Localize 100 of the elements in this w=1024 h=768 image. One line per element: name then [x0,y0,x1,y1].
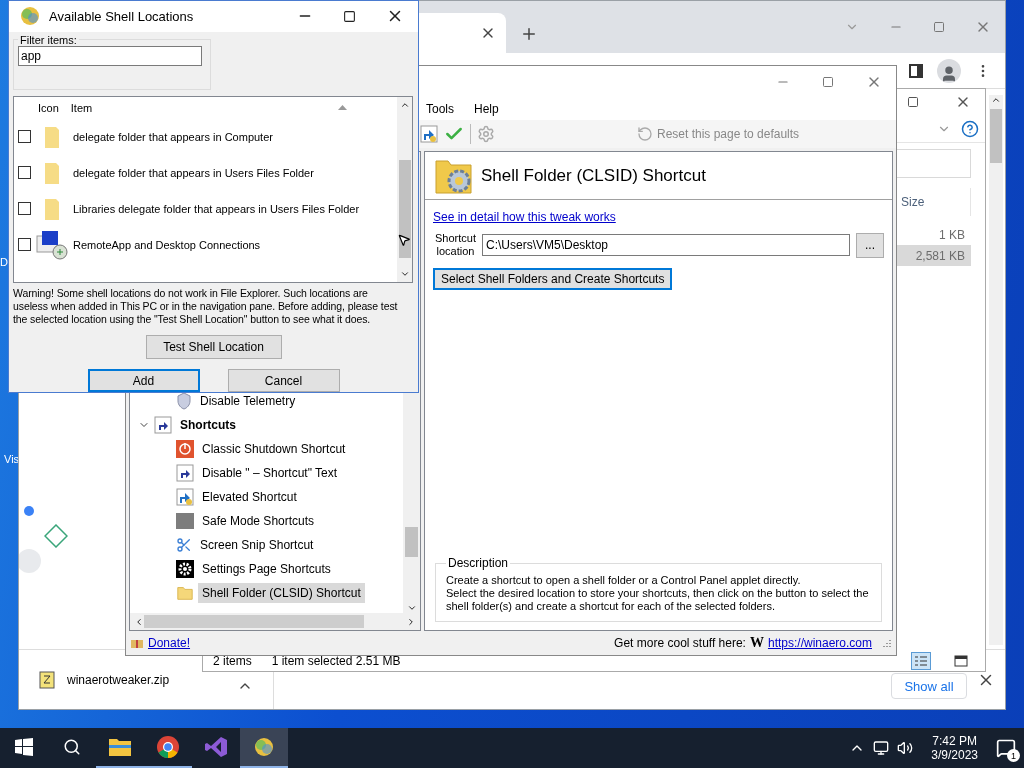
power-icon [176,440,194,458]
settings-icon [176,560,194,578]
create-shortcuts-button[interactable]: Select Shell Folders and Create Shortcuts [433,268,673,290]
column-header[interactable]: Icon [38,101,59,114]
group-title: Filter items: [19,33,78,46]
donate-link[interactable]: Donate! [148,636,191,650]
group-title: Description [447,556,510,570]
profile-avatar[interactable] [937,58,961,83]
checkbox[interactable] [18,202,31,216]
diamond-icon [44,524,68,548]
tree-item[interactable]: Settings Page Shortcuts [198,559,335,579]
scrollbar-thumb[interactable] [990,109,1002,163]
cursor-icon [397,232,411,247]
sort-arrow-icon [338,105,347,111]
horizontal-scrollbar[interactable] [130,613,420,630]
table-cell: 2,581 KB [895,245,971,266]
tree-item[interactable]: Disable " – Shortcut" Text [198,463,342,483]
window-title: Available Shell Locations [49,8,194,24]
infinity-icon [204,735,228,759]
orb-icon [19,5,41,28]
description-text: Create a shortcut to open a shell folder or a Control Panel applet directly. Select the desired location to store your shortcuts, then click on the button to select the shell folder(s) and create a shortcut for each of the selected folders. [446,574,870,613]
tweak-details-link[interactable]: See in detail how this tweak works [433,210,884,224]
scissors-icon [176,537,192,553]
scroll-right-icon[interactable] [406,616,416,627]
tree-item[interactable]: Safe Mode Shortcuts [198,511,319,531]
taskbar-app[interactable] [240,728,288,768]
new-tab-icon[interactable] [520,25,538,43]
notification-count: 1 [1007,749,1020,762]
shortcut-icon [176,464,194,482]
scrollbar[interactable] [989,95,1003,645]
shortcut-icon [176,488,194,506]
maximize-icon[interactable] [907,96,919,108]
scrollbar-thumb[interactable] [144,615,364,628]
list-item[interactable]: RemoteApp and Desktop Connections [73,238,261,251]
network-icon[interactable] [873,740,890,756]
list-item[interactable]: delegate folder that appears in Users Files Folder [73,166,314,179]
date-text: 3/9/2023 [931,748,978,762]
status-text: 1 item selected 2.51 MB [271,654,401,668]
search-icon[interactable] [63,738,81,756]
folder-icon [176,584,194,602]
dialog-button[interactable]: Add [87,369,200,392]
checkbox[interactable] [18,238,31,252]
desktop-icon-label[interactable]: Vis [4,453,20,465]
computer-icon [36,229,68,260]
folder-icon [108,736,132,758]
start-icon[interactable] [15,738,33,756]
scroll-down-icon[interactable] [406,603,417,613]
show-all-button[interactable]: Show all [891,673,967,699]
shortcut-location-field[interactable]: C:\Users\VM5\Desktop [481,234,850,256]
details-view-icon[interactable] [911,652,931,670]
orb-icon [253,736,275,758]
website-link[interactable]: https://winaero.com [767,636,872,650]
dialog-button[interactable]: Cancel [227,369,340,392]
page-title: Shell Folder (CLSID) Shortcut [481,165,706,186]
browser-icon [156,735,180,759]
warning-text: Warning! Some shell locations do not work in File Explorer. Such locations are useless when added in This PC or in the navigation pane. Before adding, please test the selected location using the "Test Shell Location" button to see what it does. [13,287,399,326]
list-item[interactable]: delegate folder that appears in Computer [73,130,273,143]
browse-button[interactable]: ... [856,232,884,258]
time-text: 7:42 PM [932,734,977,748]
shortcut-icon [154,416,172,434]
tree-item[interactable]: Screen Snip Shortcut [196,535,318,555]
help-icon[interactable] [961,119,979,138]
reset-icon [637,126,653,142]
menu-item[interactable]: Help [474,102,499,116]
shield-icon [176,392,192,410]
archive-icon [39,670,55,689]
clock[interactable]: 7:42 PM 3/9/2023 [931,734,978,762]
window-icon [176,513,194,529]
menu-item[interactable]: Tools [426,102,454,116]
download-file-name[interactable]: winaerotweaker.zip [67,672,170,687]
test-location-button[interactable]: Test Shell Location [145,335,282,359]
checkbox[interactable] [18,130,31,144]
column-header[interactable]: Item [70,101,93,114]
scrollbar-thumb[interactable] [398,159,411,258]
status-text: 2 items [213,654,252,668]
checkbox[interactable] [18,166,31,180]
tree-item[interactable]: Elevated Shortcut [198,487,301,507]
desktop-icon-label[interactable]: D [0,256,8,268]
side-panel-icon[interactable] [909,63,923,78]
tree-item[interactable]: Shortcuts [176,415,240,435]
tree-item[interactable]: Disable Telemetry [196,391,300,411]
logo: W [749,635,764,651]
scroll-up-icon[interactable] [991,95,1001,105]
tree-item[interactable]: Classic Shutdown Shortcut [198,439,350,459]
scrollbar[interactable] [397,96,412,282]
filter-field[interactable]: app [18,45,202,66]
tree-item[interactable]: Shell Folder (CLSID) Shortcut [198,583,365,603]
scrollbar-thumb[interactable] [404,527,419,557]
maximize-icon[interactable] [343,9,356,23]
scroll-left-icon[interactable] [134,616,144,627]
gift-icon [130,637,144,649]
preview-view-icon[interactable] [951,652,971,670]
volume-icon[interactable] [897,740,914,756]
scroll-down-icon[interactable] [399,269,410,279]
field-label: Shortcut location [435,232,476,258]
shortcut-icon [420,125,438,143]
dot-icon [24,506,34,516]
list-item[interactable]: Libraries delegate folder that appears in Users Files Folder [73,202,360,215]
resize-grip-icon[interactable] [882,638,892,648]
promo-text: Get more cool stuff here: [614,636,746,650]
